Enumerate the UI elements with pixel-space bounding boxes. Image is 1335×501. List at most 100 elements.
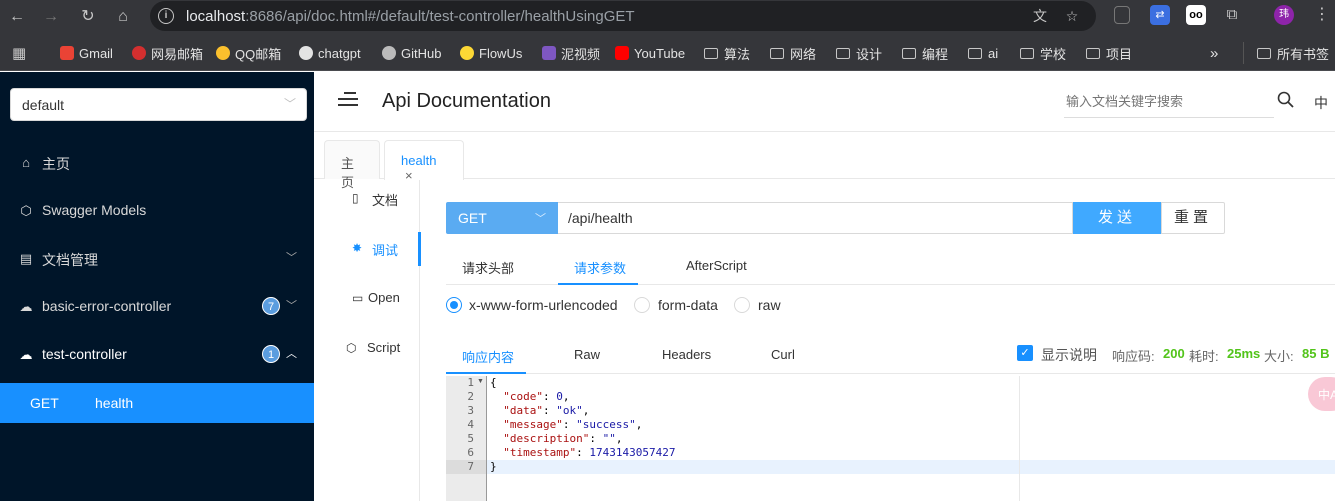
show-description-checkbox[interactable]: ✓ xyxy=(1017,345,1033,361)
tab-afterscript[interactable]: AfterScript xyxy=(686,258,747,273)
more-bookmarks-chevron[interactable]: » xyxy=(1210,42,1218,64)
radio-raw-label[interactable]: raw xyxy=(758,297,781,313)
radio-form-data[interactable] xyxy=(634,297,650,313)
bookmark-gmail[interactable]: Gmail xyxy=(60,42,113,64)
address-bar[interactable]: i localhost:8686/api/doc.html#/default/t… xyxy=(150,1,1096,31)
bookmark-folder-projects[interactable]: 项目 xyxy=(1086,42,1132,64)
extension-translate-icon[interactable]: ⇄ xyxy=(1150,5,1170,25)
bookmark-chatgpt[interactable]: chatgpt xyxy=(299,42,361,64)
radio-urlencoded-label[interactable]: x-www-form-urlencoded xyxy=(469,297,618,313)
models-icon: ⬡ xyxy=(20,203,32,218)
tab-response-headers[interactable]: Headers xyxy=(662,347,711,362)
bookmark-qq-mail[interactable]: QQ邮箱 xyxy=(216,42,281,64)
docnav-open[interactable]: ▭ Open xyxy=(314,274,420,324)
line-number: 2 xyxy=(467,390,474,403)
status-code-value: 200 xyxy=(1163,346,1185,361)
sidebar-item-health[interactable]: GET health xyxy=(0,383,314,423)
file-icon: ▭ xyxy=(352,291,364,305)
search-input[interactable] xyxy=(1064,86,1274,118)
reset-button[interactable]: 重置 xyxy=(1161,202,1225,234)
home-icon[interactable]: ⌂ xyxy=(110,4,136,30)
tab-response-raw[interactable]: Raw xyxy=(574,347,600,362)
url-host: localhost xyxy=(186,8,246,25)
tab-response-content[interactable]: 响应内容 xyxy=(462,347,514,366)
sidebar: default ﹀ ⌂ 主页 ⬡ Swagger Models ▤ 文档管理 ﹀… xyxy=(0,72,314,501)
tab-request-params[interactable]: 请求参数 xyxy=(574,258,626,277)
code-line: { xyxy=(490,376,497,389)
response-tab-ink-bar xyxy=(446,372,526,374)
response-size-label: 大小: xyxy=(1264,349,1294,364)
sidebar-item-test-controller[interactable]: ☁ test-controller 1 ︿ xyxy=(0,331,314,379)
method-select[interactable]: GET ﹀ xyxy=(446,202,558,234)
bookmark-folder-design[interactable]: 设计 xyxy=(836,42,882,64)
folder-icon xyxy=(704,47,718,59)
all-bookmarks-folder[interactable]: 所有书签 xyxy=(1257,42,1329,64)
floating-translate-button[interactable]: 中A xyxy=(1308,377,1335,411)
doc-icon: ▯ xyxy=(352,191,359,205)
cloud-icon: ☁ xyxy=(19,347,33,362)
radio-urlencoded[interactable] xyxy=(446,297,462,313)
group-select[interactable]: default ﹀ xyxy=(10,88,307,121)
bookmark-video[interactable]: 泥视频 xyxy=(542,42,600,64)
url-input[interactable] xyxy=(558,202,1073,234)
tab-label: health xyxy=(401,153,437,168)
extensions-puzzle-icon[interactable]: ⧉ xyxy=(1222,5,1242,25)
site-info-icon[interactable]: i xyxy=(158,8,174,24)
bookmark-flowus[interactable]: FlowUs xyxy=(460,42,522,64)
code-line: "timestamp": 1743143057427 xyxy=(503,446,676,459)
response-size-value: 85 B xyxy=(1302,346,1330,361)
profile-avatar[interactable]: 玮 xyxy=(1274,5,1294,25)
tab-request-headers[interactable]: 请求头部 xyxy=(462,258,514,277)
folder-icon xyxy=(836,47,850,59)
response-time-label: 耗时: xyxy=(1189,349,1219,364)
back-arrow-icon[interactable]: ← xyxy=(4,4,30,30)
bookmark-folder-programming[interactable]: 编程 xyxy=(902,42,948,64)
bookmark-folder-network[interactable]: 网络 xyxy=(770,42,816,64)
tab-response-curl[interactable]: Curl xyxy=(771,347,795,362)
url-text[interactable]: localhost:8686/api/doc.html#/default/tes… xyxy=(186,8,635,25)
bookmark-163-mail[interactable]: 网易邮箱 xyxy=(132,42,203,64)
extension-glasses-icon[interactable]: oo xyxy=(1186,5,1206,25)
bookmark-github[interactable]: GitHub xyxy=(382,42,441,64)
page-tabs: 主页 health × xyxy=(314,133,1335,190)
bookmark-folder-algorithms[interactable]: 算法 xyxy=(704,42,750,64)
menu-collapse-icon[interactable] xyxy=(338,92,358,110)
docnav-doc[interactable]: ▯ 文档 xyxy=(314,174,420,224)
radio-raw[interactable] xyxy=(734,297,750,313)
show-description-label[interactable]: 显示说明 xyxy=(1041,345,1097,365)
clipboard-icon[interactable] xyxy=(1114,6,1130,24)
fold-arrow-icon[interactable]: ▼ xyxy=(477,378,484,385)
sidebar-item-swagger-models[interactable]: ⬡ Swagger Models xyxy=(0,187,314,235)
translate-icon[interactable]: 文 xyxy=(1030,6,1050,26)
radio-form-data-label[interactable]: form-data xyxy=(658,297,718,313)
sidebar-item-basic-error-controller[interactable]: ☁ basic-error-controller 7 ﹀ xyxy=(0,283,314,331)
docnav-script[interactable]: ⬡ Script xyxy=(314,324,420,374)
language-switch[interactable]: 中 xyxy=(1314,93,1328,113)
browser-toolbar: ← → ↻ ⌂ i localhost:8686/api/doc.html#/d… xyxy=(0,0,1335,34)
gmail-icon xyxy=(60,46,74,60)
folder-icon xyxy=(902,47,916,59)
bookmark-folder-ai[interactable]: ai xyxy=(968,42,998,64)
apps-grid-icon[interactable]: ▦ xyxy=(12,42,26,64)
forward-arrow-icon[interactable]: → xyxy=(38,4,64,30)
method-value: GET xyxy=(458,210,487,226)
sidebar-item-label: 主页 xyxy=(42,156,70,172)
search-icon[interactable] xyxy=(1276,90,1296,110)
bookmark-folder-school[interactable]: 学校 xyxy=(1020,42,1066,64)
bookmark-youtube[interactable]: YouTube xyxy=(615,42,685,64)
endpoint-label: health xyxy=(95,395,134,411)
response-body-editor[interactable]: 1 2 3 4 5 6 7 ▼ { "code": 0, "data": "ok… xyxy=(446,376,1335,501)
sidebar-item-home[interactable]: ⌂ 主页 xyxy=(0,139,314,187)
reload-icon[interactable]: ↻ xyxy=(75,4,101,30)
code-line: } xyxy=(490,460,497,473)
folder-icon xyxy=(1020,47,1034,59)
chevron-down-icon: ﹀ xyxy=(286,252,297,264)
active-line-highlight xyxy=(486,460,1335,474)
chevron-down-icon: ﹀ xyxy=(286,300,297,312)
sidebar-item-label: test-controller xyxy=(42,346,127,362)
bookmark-star-icon[interactable]: ☆ xyxy=(1062,6,1082,26)
menu-dots-icon[interactable]: ⋮ xyxy=(1312,5,1332,25)
send-button[interactable]: 发送 xyxy=(1073,202,1161,234)
sidebar-item-doc-management[interactable]: ▤ 文档管理 ﹀ xyxy=(0,235,314,283)
docnav-debug[interactable]: ✸ 调试 xyxy=(314,224,420,274)
